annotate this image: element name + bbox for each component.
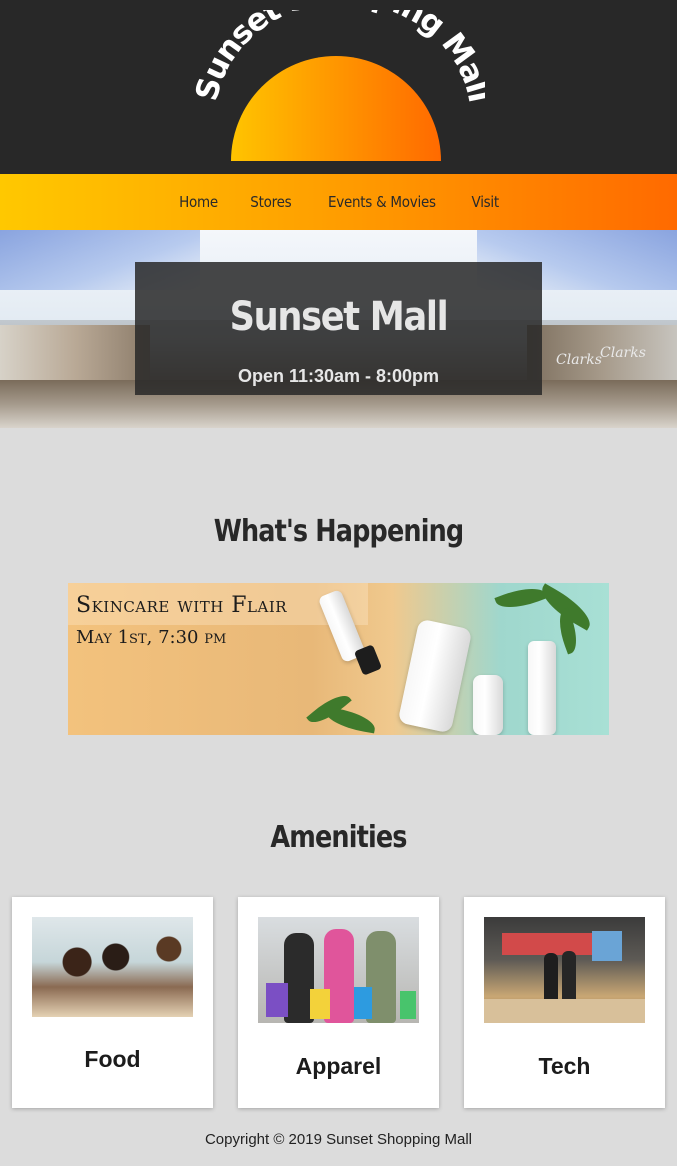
store-sign: Clarks: [600, 345, 646, 361]
leaf-icon: [322, 706, 378, 734]
product-cap-icon: [353, 644, 383, 676]
store-sign: Clarks: [556, 352, 602, 368]
nav-item-events-movies[interactable]: Events & Movies: [315, 193, 448, 211]
hero-banner: Clarks Clarks Sunset Mall Open 11:30am -…: [0, 230, 677, 428]
hero-title: Sunset Mall: [229, 294, 449, 340]
logo-arc-text: Sunset Shopping Mall: [195, 10, 485, 104]
leaf-icon: [494, 583, 548, 616]
event-title: Skincare with Flair: [76, 593, 288, 618]
amenities-list: Food Apparel Tech: [0, 897, 677, 1108]
footer-copyright: Copyright © 2019 Sunset Shopping Mall: [204, 1131, 473, 1148]
opening-hours: Open 11:30am - 8:00pm: [237, 366, 440, 386]
product-bottle-icon: [397, 618, 473, 734]
amenity-label: Tech: [538, 1053, 591, 1079]
site-logo[interactable]: Sunset Shopping Mall: [195, 10, 485, 162]
svg-text:Sunset Shopping Mall: Sunset Shopping Mall: [195, 10, 485, 104]
amenity-label: Apparel: [295, 1053, 382, 1079]
amenity-card-food[interactable]: Food: [12, 897, 213, 1108]
amenity-card-tech[interactable]: Tech: [464, 897, 665, 1108]
amenity-card-apparel[interactable]: Apparel: [238, 897, 439, 1108]
main-nav: Home Stores Events & Movies Visit: [0, 174, 677, 230]
whats-happening-heading: What's Happening: [213, 514, 464, 549]
nav-item-visit[interactable]: Visit: [458, 193, 511, 211]
amenities-heading: Amenities: [270, 820, 407, 855]
shoppers-with-bags-photo: [258, 917, 419, 1023]
product-serum-icon: [473, 675, 503, 735]
nav-item-stores[interactable]: Stores: [238, 193, 304, 211]
tech-store-photo: [484, 917, 645, 1023]
logo-text: Sunset Shopping Mall: [195, 10, 485, 104]
product-tube-icon: [528, 641, 556, 735]
event-banner[interactable]: Skincare with Flair May 1st, 7:30 pm: [68, 583, 609, 735]
event-date: May 1st, 7:30 pm: [76, 627, 227, 648]
nav-item-home[interactable]: Home: [167, 193, 231, 211]
site-header: Sunset Shopping Mall: [0, 0, 677, 174]
amenity-label: Food: [84, 1046, 141, 1072]
friends-eating-photo: [32, 917, 193, 1017]
